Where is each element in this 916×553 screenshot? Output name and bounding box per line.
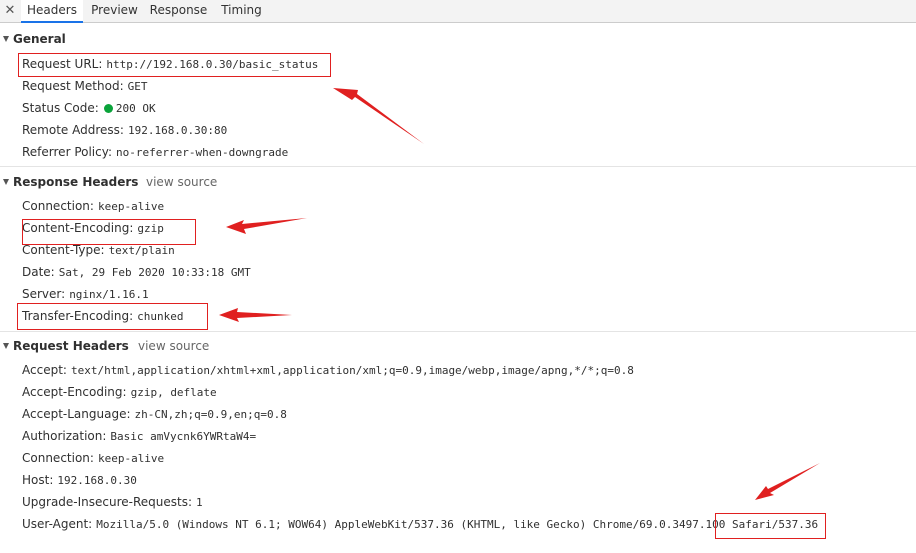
arrow-to-content-encoding <box>226 218 307 234</box>
header-value: Basic amVycnk6YWRtaW4= <box>110 430 257 443</box>
header-value: text/html,application/xhtml+xml,applicat… <box>70 364 634 377</box>
arrow-to-transfer-encoding <box>219 308 292 322</box>
close-icon[interactable]: ✕ <box>0 0 20 22</box>
header-value: gzip <box>137 222 164 235</box>
section-general-toggle[interactable]: General <box>0 29 66 49</box>
header-value: chunked <box>137 310 184 323</box>
request-row-accept-encoding: Accept-Encoding: gzip, deflate <box>22 381 217 401</box>
response-row-connection: Connection: keep-alive <box>22 195 164 215</box>
response-row-content-encoding: Content-Encoding: gzip <box>22 217 164 237</box>
arrow-to-user-agent <box>755 463 820 500</box>
header-name: Server: <box>22 287 66 301</box>
tab-timing[interactable]: Timing <box>218 0 265 22</box>
header-name: Connection: <box>22 451 94 465</box>
header-name: Request URL: <box>22 57 103 71</box>
header-value: keep-alive <box>97 452 165 465</box>
header-name: Remote Address: <box>22 123 124 137</box>
header-value: 1 <box>196 496 203 509</box>
section-divider <box>0 166 916 167</box>
header-name: Status Code: <box>22 101 99 115</box>
header-value: text/plain <box>108 244 175 257</box>
section-response-headers-title: Response Headers <box>13 175 139 189</box>
request-row-upgrade-insecure-requests: Upgrade-Insecure-Requests: 1 <box>22 491 203 511</box>
triangle-down-icon <box>3 179 9 185</box>
header-name: Host: <box>22 473 54 487</box>
status-ok-dot-icon <box>103 104 113 113</box>
header-name: Content-Type: <box>22 243 105 257</box>
request-row-authorization: Authorization: Basic amVycnk6YWRtaW4= <box>22 425 256 445</box>
response-row-content-type: Content-Type: text/plain <box>22 239 175 259</box>
general-row-request-url: Request URL: http://192.168.0.30/basic_st… <box>22 53 318 73</box>
header-name: Transfer-Encoding: <box>22 309 134 323</box>
request-row-user-agent: User-Agent: Mozilla/5.0 (Windows NT 6.1; … <box>22 513 818 533</box>
header-name: User-Agent: <box>22 517 93 531</box>
tab-response[interactable]: Response <box>147 0 210 22</box>
section-general-title: General <box>13 32 66 46</box>
section-response-headers-toggle[interactable]: Response Headers <box>0 172 138 192</box>
header-value: 192.168.0.30 <box>57 474 137 487</box>
devtools-tab-bar: ✕ Headers Preview Response Timing <box>0 0 916 23</box>
response-row-server: Server: nginx/1.16.1 <box>22 283 149 303</box>
general-row-referrer-policy: Referrer Policy: no-referrer-when-downgra… <box>22 141 288 161</box>
request-row-connection: Connection: keep-alive <box>22 447 164 467</box>
header-name: Connection: <box>22 199 94 213</box>
request-headers-view-source-link[interactable]: view source <box>138 336 209 356</box>
header-value: Mozilla/5.0 (Windows NT 6.1; WOW64) Appl… <box>96 518 819 531</box>
header-value: Sat, 29 Feb 2020 10:33:18 GMT <box>58 266 251 279</box>
header-value: no-referrer-when-downgrade <box>116 146 289 159</box>
response-headers-view-source-link[interactable]: view source <box>146 172 217 192</box>
header-name: Request Method: <box>22 79 124 93</box>
header-value: nginx/1.16.1 <box>69 288 149 301</box>
request-row-accept-language: Accept-Language: zh-CN,zh;q=0.9,en;q=0.8 <box>22 403 287 423</box>
section-request-headers-title: Request Headers <box>13 339 129 353</box>
general-row-remote-address: Remote Address: 192.168.0.30:80 <box>22 119 227 139</box>
general-row-request-method: Request Method: GET <box>22 75 147 95</box>
header-name: Accept-Language: <box>22 407 131 421</box>
tab-preview[interactable]: Preview <box>87 0 142 22</box>
response-row-date: Date: Sat, 29 Feb 2020 10:33:18 GMT <box>22 261 251 281</box>
header-value: gzip, deflate <box>130 386 217 399</box>
header-name: Authorization: <box>22 429 107 443</box>
header-value: http://192.168.0.30/basic_status <box>106 58 319 71</box>
header-name: Content-Encoding: <box>22 221 134 235</box>
header-name: Upgrade-Insecure-Requests: <box>22 495 193 509</box>
section-divider <box>0 331 916 332</box>
section-request-headers-toggle[interactable]: Request Headers <box>0 336 129 356</box>
triangle-down-icon <box>3 343 9 349</box>
request-row-host: Host: 192.168.0.30 <box>22 469 137 489</box>
response-row-transfer-encoding: Transfer-Encoding: chunked <box>22 305 184 325</box>
general-row-status-code: Status Code: 200 OK <box>22 97 156 117</box>
arrow-to-request-url <box>333 88 424 144</box>
header-value: 192.168.0.30:80 <box>127 124 228 137</box>
header-value: 200 OK <box>115 102 156 115</box>
tab-headers[interactable]: Headers <box>21 0 83 23</box>
triangle-down-icon <box>3 36 9 42</box>
header-name: Referrer Policy: <box>22 145 112 159</box>
header-value: zh-CN,zh;q=0.9,en;q=0.8 <box>134 408 287 421</box>
header-name: Accept: <box>22 363 67 377</box>
header-value: keep-alive <box>97 200 165 213</box>
request-row-accept: Accept: text/html,application/xhtml+xml,a… <box>22 359 634 379</box>
header-name: Accept-Encoding: <box>22 385 127 399</box>
header-name: Date: <box>22 265 55 279</box>
header-value: GET <box>127 80 148 93</box>
